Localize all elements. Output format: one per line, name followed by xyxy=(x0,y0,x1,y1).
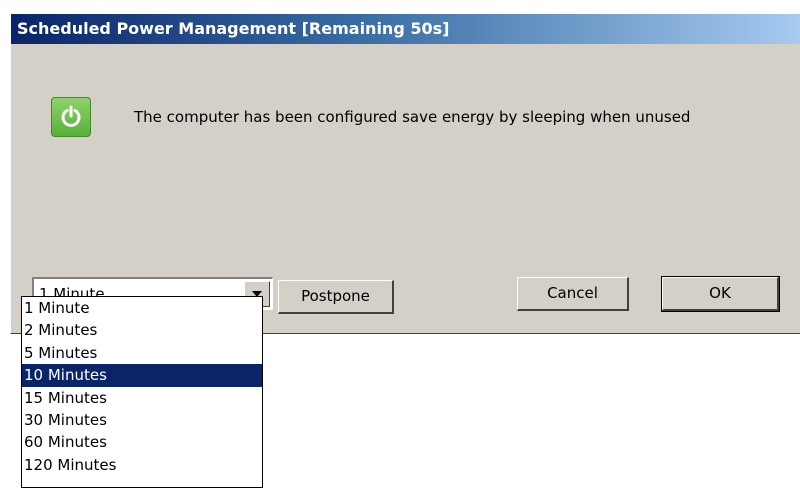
dropdown-option[interactable]: 5 Minutes xyxy=(22,342,262,364)
dropdown-option[interactable]: 10 Minutes xyxy=(22,364,262,387)
dialog-title-bar[interactable]: Scheduled Power Management [Remaining 50… xyxy=(11,14,800,44)
dropdown-option[interactable]: 15 Minutes xyxy=(22,387,262,409)
power-icon xyxy=(51,97,91,137)
postpone-button[interactable]: Postpone xyxy=(278,280,394,314)
dialog-message: The computer has been configured save en… xyxy=(134,108,691,126)
dropdown-option[interactable]: 60 Minutes xyxy=(22,431,262,453)
dropdown-option[interactable]: 2 Minutes xyxy=(22,319,262,341)
dropdown-option[interactable]: 120 Minutes xyxy=(22,454,262,476)
duration-dropdown-list: 1 Minute 2 Minutes 5 Minutes 10 Minutes 15 M… xyxy=(21,296,263,488)
ok-button[interactable]: OK xyxy=(661,276,780,312)
power-management-dialog: Scheduled Power Management [Remaining 50… xyxy=(10,14,800,334)
dropdown-option[interactable]: 1 Minute xyxy=(22,297,262,319)
cancel-button[interactable]: Cancel xyxy=(517,277,629,311)
dropdown-option[interactable]: 30 Minutes xyxy=(22,409,262,431)
dialog-title: Scheduled Power Management [Remaining 50… xyxy=(17,19,450,38)
